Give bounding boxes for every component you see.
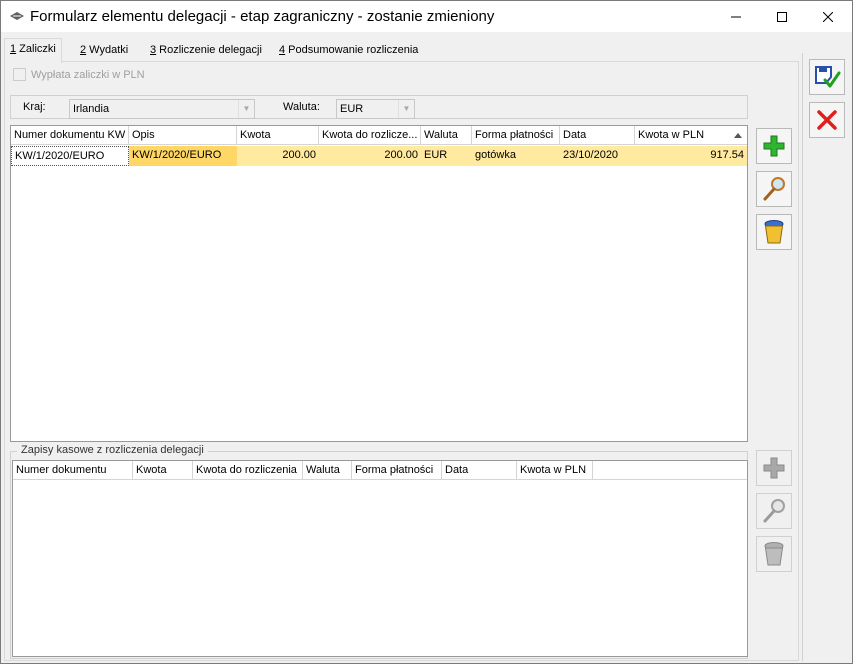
- table-header: Numer dokumentu Kwota Kwota do rozliczen…: [13, 461, 747, 480]
- column-header[interactable]: Kwota w PLN: [517, 461, 593, 480]
- tab-label: Rozliczenie delegacji: [156, 44, 262, 56]
- column-header[interactable]: Numer dokumentu KW: [11, 126, 129, 145]
- right-action-panel: [802, 53, 850, 661]
- currency-value: EUR: [340, 103, 364, 115]
- cell-waluta[interactable]: EUR: [421, 146, 472, 166]
- add-advance-button[interactable]: [756, 128, 792, 164]
- cell-forma[interactable]: gotówka: [472, 146, 560, 166]
- column-header-label: Kwota w PLN: [638, 129, 705, 141]
- view-cash-record-button[interactable]: [756, 493, 792, 529]
- cell-do-rozliczenia[interactable]: 200.00: [319, 146, 421, 166]
- chevron-down-icon[interactable]: ▼: [238, 100, 254, 118]
- delete-advance-button[interactable]: [756, 214, 792, 250]
- checkbox-box[interactable]: [13, 68, 26, 81]
- column-header[interactable]: Kwota do rozliczenia: [193, 461, 303, 480]
- column-header[interactable]: Forma płatności: [472, 126, 560, 145]
- minimize-button[interactable]: [713, 1, 759, 32]
- plus-icon: [763, 457, 785, 479]
- cancel-button[interactable]: [809, 102, 845, 138]
- cell-opis[interactable]: KW/1/2020/EURO: [129, 146, 237, 166]
- tab-rozliczenie-delegacji[interactable]: 3 Rozliczenie delegacji: [145, 40, 267, 62]
- column-header[interactable]: Numer dokumentu: [13, 461, 133, 480]
- cancel-x-icon: [817, 110, 837, 130]
- delegation-app-icon: [10, 12, 24, 20]
- column-header[interactable]: Data: [442, 461, 517, 480]
- cell-numer[interactable]: KW/1/2020/EURO: [11, 146, 129, 166]
- column-header[interactable]: Kwota w PLN: [635, 126, 747, 145]
- cash-records-group: Zapisy kasowe z rozliczenia delegacji Nu…: [10, 444, 748, 659]
- cell-kwota[interactable]: 200.00: [237, 146, 319, 166]
- column-header[interactable]: Forma płatności: [352, 461, 442, 480]
- checkbox-label: Wypłata zaliczki w PLN: [31, 68, 145, 81]
- column-header[interactable]: Kwota: [133, 461, 193, 480]
- close-icon: [823, 11, 833, 22]
- currency-label: Waluta:: [283, 101, 320, 113]
- table-header: Numer dokumentu KW Opis Kwota Kwota do r…: [11, 126, 747, 145]
- group-legend: Zapisy kasowe z rozliczenia delegacji: [17, 444, 208, 456]
- filter-bar: Kraj: Irlandia ▼ Waluta: EUR ▼: [10, 95, 748, 119]
- close-button[interactable]: [805, 1, 851, 32]
- title-bar: Formularz elementu delegacji - etap zagr…: [1, 1, 852, 32]
- currency-select[interactable]: EUR ▼: [336, 99, 415, 119]
- tab-strip: 1 Zaliczki 2 Wydatki 3 Rozliczenie deleg…: [1, 38, 852, 63]
- view-advance-button[interactable]: [756, 171, 792, 207]
- tab-label: Podsumowanie rozliczenia: [285, 44, 419, 56]
- cell-data[interactable]: 23/10/2020: [560, 146, 635, 166]
- column-header[interactable]: Kwota: [237, 126, 319, 145]
- advances-table[interactable]: Numer dokumentu KW Opis Kwota Kwota do r…: [10, 125, 748, 442]
- chevron-down-icon[interactable]: ▼: [398, 100, 414, 118]
- save-icon: [815, 66, 841, 88]
- tab-label: Zaliczki: [16, 43, 56, 55]
- tab-label: Wydatki: [86, 44, 129, 56]
- column-header[interactable]: Waluta: [421, 126, 472, 145]
- plus-icon: [763, 135, 785, 157]
- sort-ascending-icon: [734, 133, 742, 138]
- add-cash-record-button[interactable]: [756, 450, 792, 486]
- delete-cash-record-button[interactable]: [756, 536, 792, 572]
- tab-wydatki[interactable]: 2 Wydatki: [75, 40, 133, 62]
- column-header[interactable]: Kwota do rozlicze...: [319, 126, 421, 145]
- cash-records-table[interactable]: Numer dokumentu Kwota Kwota do rozliczen…: [12, 460, 748, 657]
- magnifier-icon: [763, 177, 785, 201]
- column-header[interactable]: Waluta: [303, 461, 352, 480]
- table-row[interactable]: KW/1/2020/EURO KW/1/2020/EURO 200.00 200…: [11, 146, 747, 166]
- magnifier-icon: [763, 499, 785, 523]
- tab-zaliczki[interactable]: 1 Zaliczki: [4, 38, 62, 63]
- maximize-icon: [777, 11, 787, 22]
- dialog-window: Formularz elementu delegacji - etap zagr…: [0, 0, 853, 664]
- pln-advance-checkbox[interactable]: Wypłata zaliczki w PLN: [13, 68, 145, 81]
- minimize-icon: [731, 16, 741, 17]
- country-label: Kraj:: [23, 101, 46, 113]
- country-value: Irlandia: [73, 103, 110, 115]
- tab-panel-zaliczki: Wypłata zaliczki w PLN Kraj: Irlandia ▼ …: [4, 61, 799, 661]
- column-header[interactable]: Opis: [129, 126, 237, 145]
- tab-podsumowanie-rozliczenia[interactable]: 4 Podsumowanie rozliczenia: [274, 40, 423, 62]
- column-header[interactable]: Data: [560, 126, 635, 145]
- save-button[interactable]: [809, 59, 845, 95]
- trash-bin-icon: [764, 220, 784, 244]
- maximize-button[interactable]: [759, 1, 805, 32]
- trash-bin-icon: [764, 542, 784, 566]
- country-select[interactable]: Irlandia ▼: [69, 99, 255, 119]
- cell-kwota-pln[interactable]: 917.54: [635, 146, 747, 166]
- window-title: Formularz elementu delegacji - etap zagr…: [30, 8, 495, 25]
